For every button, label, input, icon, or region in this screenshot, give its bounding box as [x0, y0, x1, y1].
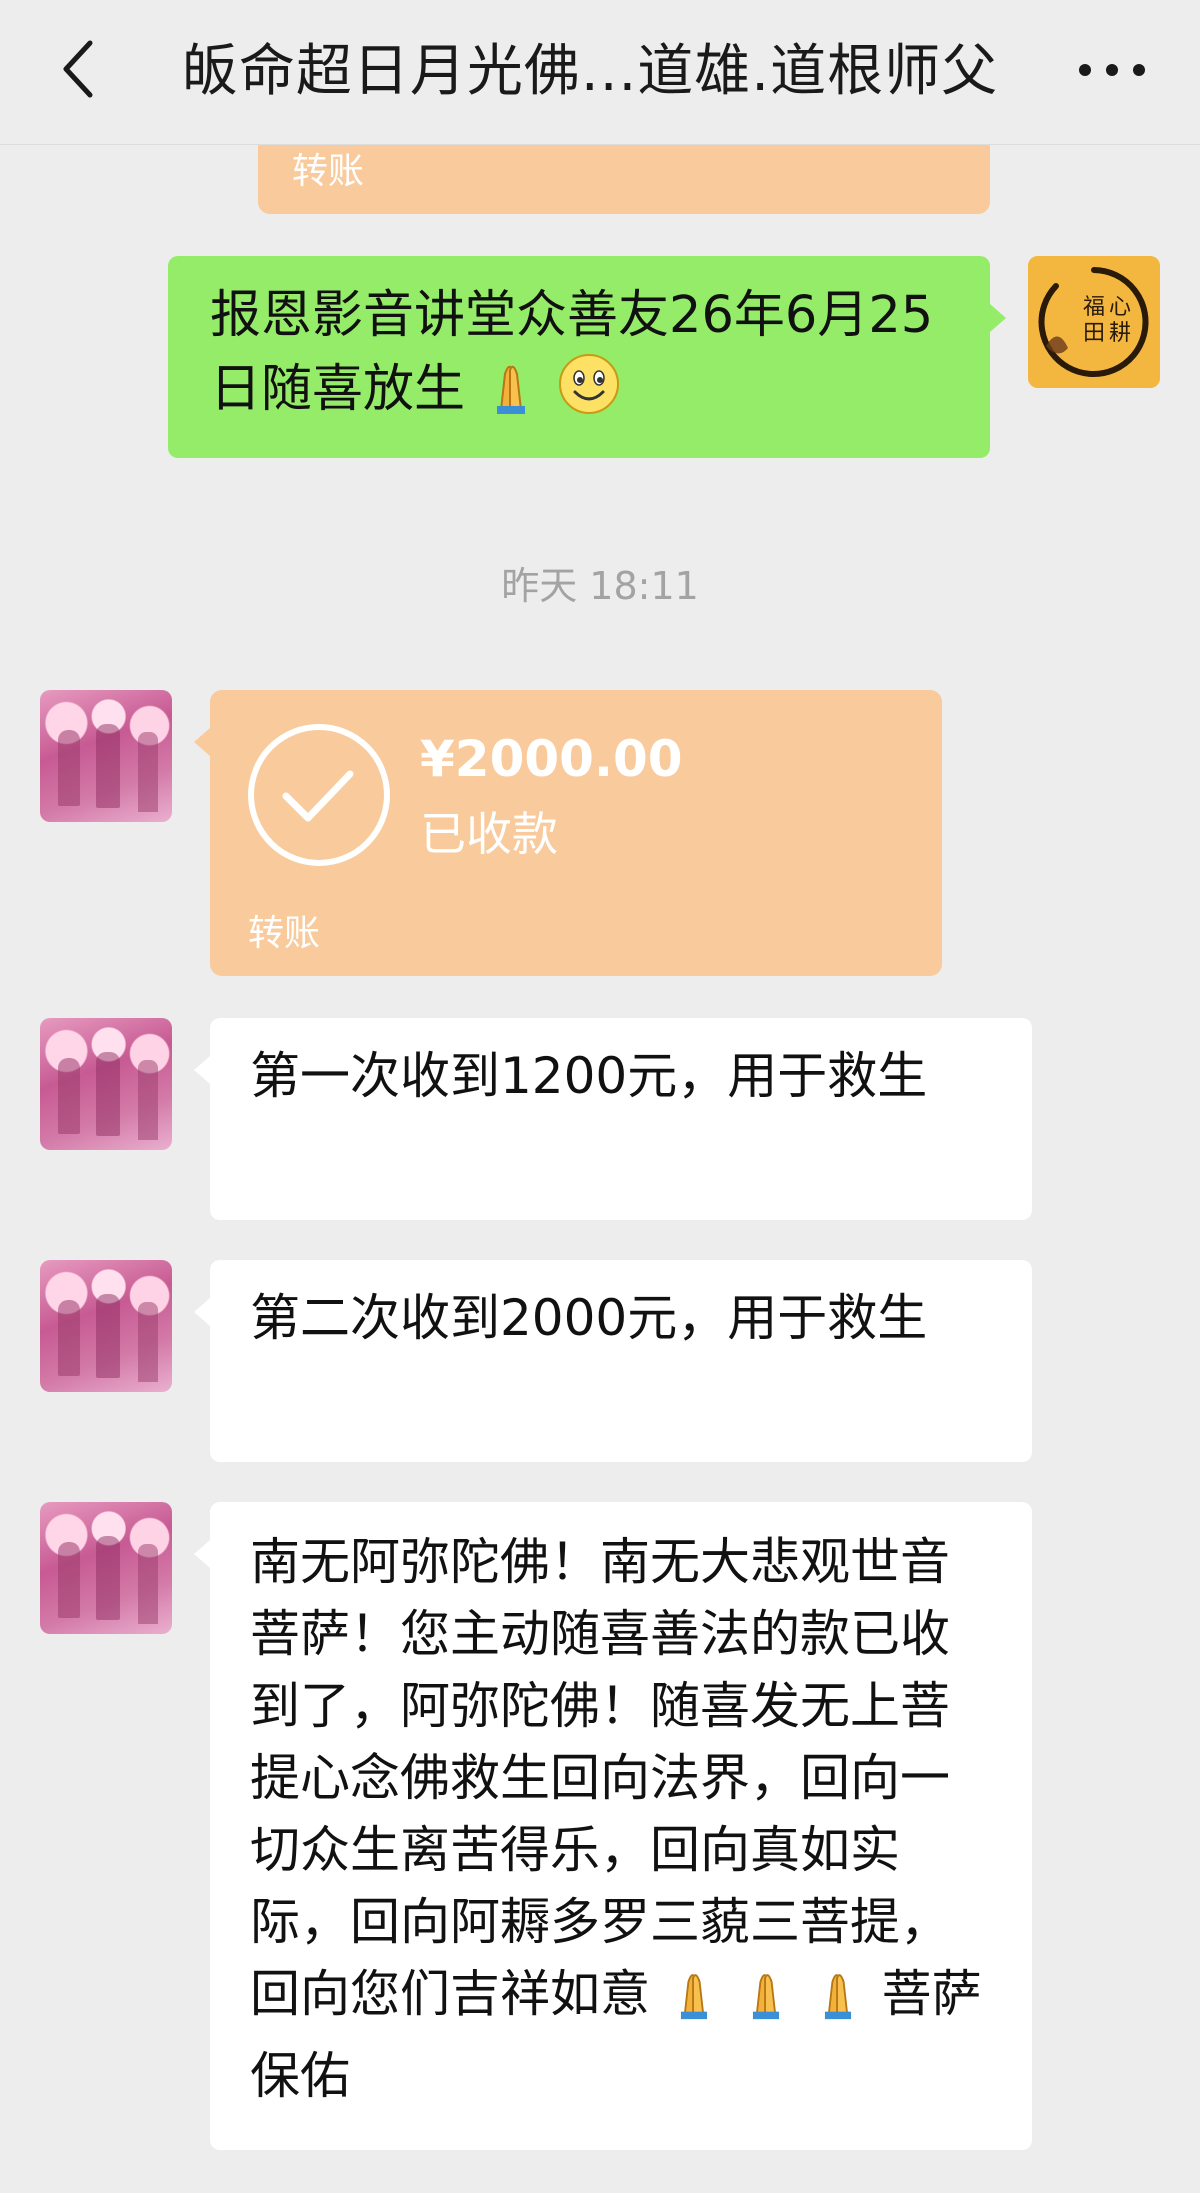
outgoing-message[interactable]: 报恩影音讲堂众善友26年6月25日随喜放生 — [168, 256, 1006, 458]
smiling-face-icon — [557, 352, 621, 436]
more-icon — [1079, 64, 1145, 76]
more-options-button[interactable] — [1072, 40, 1152, 100]
contact-avatar[interactable] — [40, 1260, 172, 1392]
back-button[interactable] — [48, 34, 108, 104]
chat-title: 皈命超日月光佛...道雄.道根师父 — [181, 38, 999, 104]
contact-avatar[interactable] — [40, 690, 172, 822]
message-text: 南无阿弥陀佛！南无大悲观世音菩萨！您主动随喜善法的款已收到了，阿弥陀佛！随喜发无… — [250, 1533, 950, 2023]
check-circle-icon — [248, 724, 390, 866]
svg-text:田: 田 — [1083, 321, 1105, 346]
folded-hands-icon — [666, 1965, 722, 2040]
fu-tian-xin-geng-logo-icon: 福 田 心 耕 — [1028, 256, 1160, 388]
transfer-amount: ¥2000.00 — [420, 730, 683, 788]
svg-text:心: 心 — [1109, 295, 1131, 320]
transfer-status: 已收款 — [420, 807, 558, 861]
message-text: 第一次收到1200元，用于救生 — [250, 1047, 928, 1105]
incoming-message[interactable]: 南无阿弥陀佛！南无大悲观世音菩萨！您主动随喜善法的款已收到了，阿弥陀佛！随喜发无… — [194, 1502, 1032, 2150]
incoming-message[interactable]: 第一次收到1200元，用于救生 — [194, 1018, 1032, 1220]
contact-avatar[interactable] — [40, 1018, 172, 1150]
message-text: 第二次收到2000元，用于救生 — [250, 1289, 928, 1347]
transfer-label: 转账 — [248, 913, 321, 954]
chevron-left-icon — [63, 40, 93, 98]
contact-avatar[interactable] — [40, 1502, 172, 1634]
transfer-label: 转账 — [292, 151, 365, 192]
timestamp: 昨天 18:11 — [501, 564, 699, 608]
folded-hands-icon — [481, 356, 541, 436]
folded-hands-icon — [738, 1965, 794, 2040]
self-avatar[interactable]: 福 田 心 耕 — [1028, 256, 1160, 388]
incoming-message[interactable]: 第二次收到2000元，用于救生 — [194, 1260, 1032, 1462]
transfer-card[interactable]: ¥2000.00 已收款 转账 — [194, 690, 942, 976]
svg-text:福: 福 — [1083, 295, 1105, 320]
chat-header: 皈命超日月光佛...道雄.道根师父 — [0, 0, 1200, 145]
svg-text:耕: 耕 — [1109, 321, 1131, 346]
folded-hands-icon — [810, 1965, 866, 2040]
